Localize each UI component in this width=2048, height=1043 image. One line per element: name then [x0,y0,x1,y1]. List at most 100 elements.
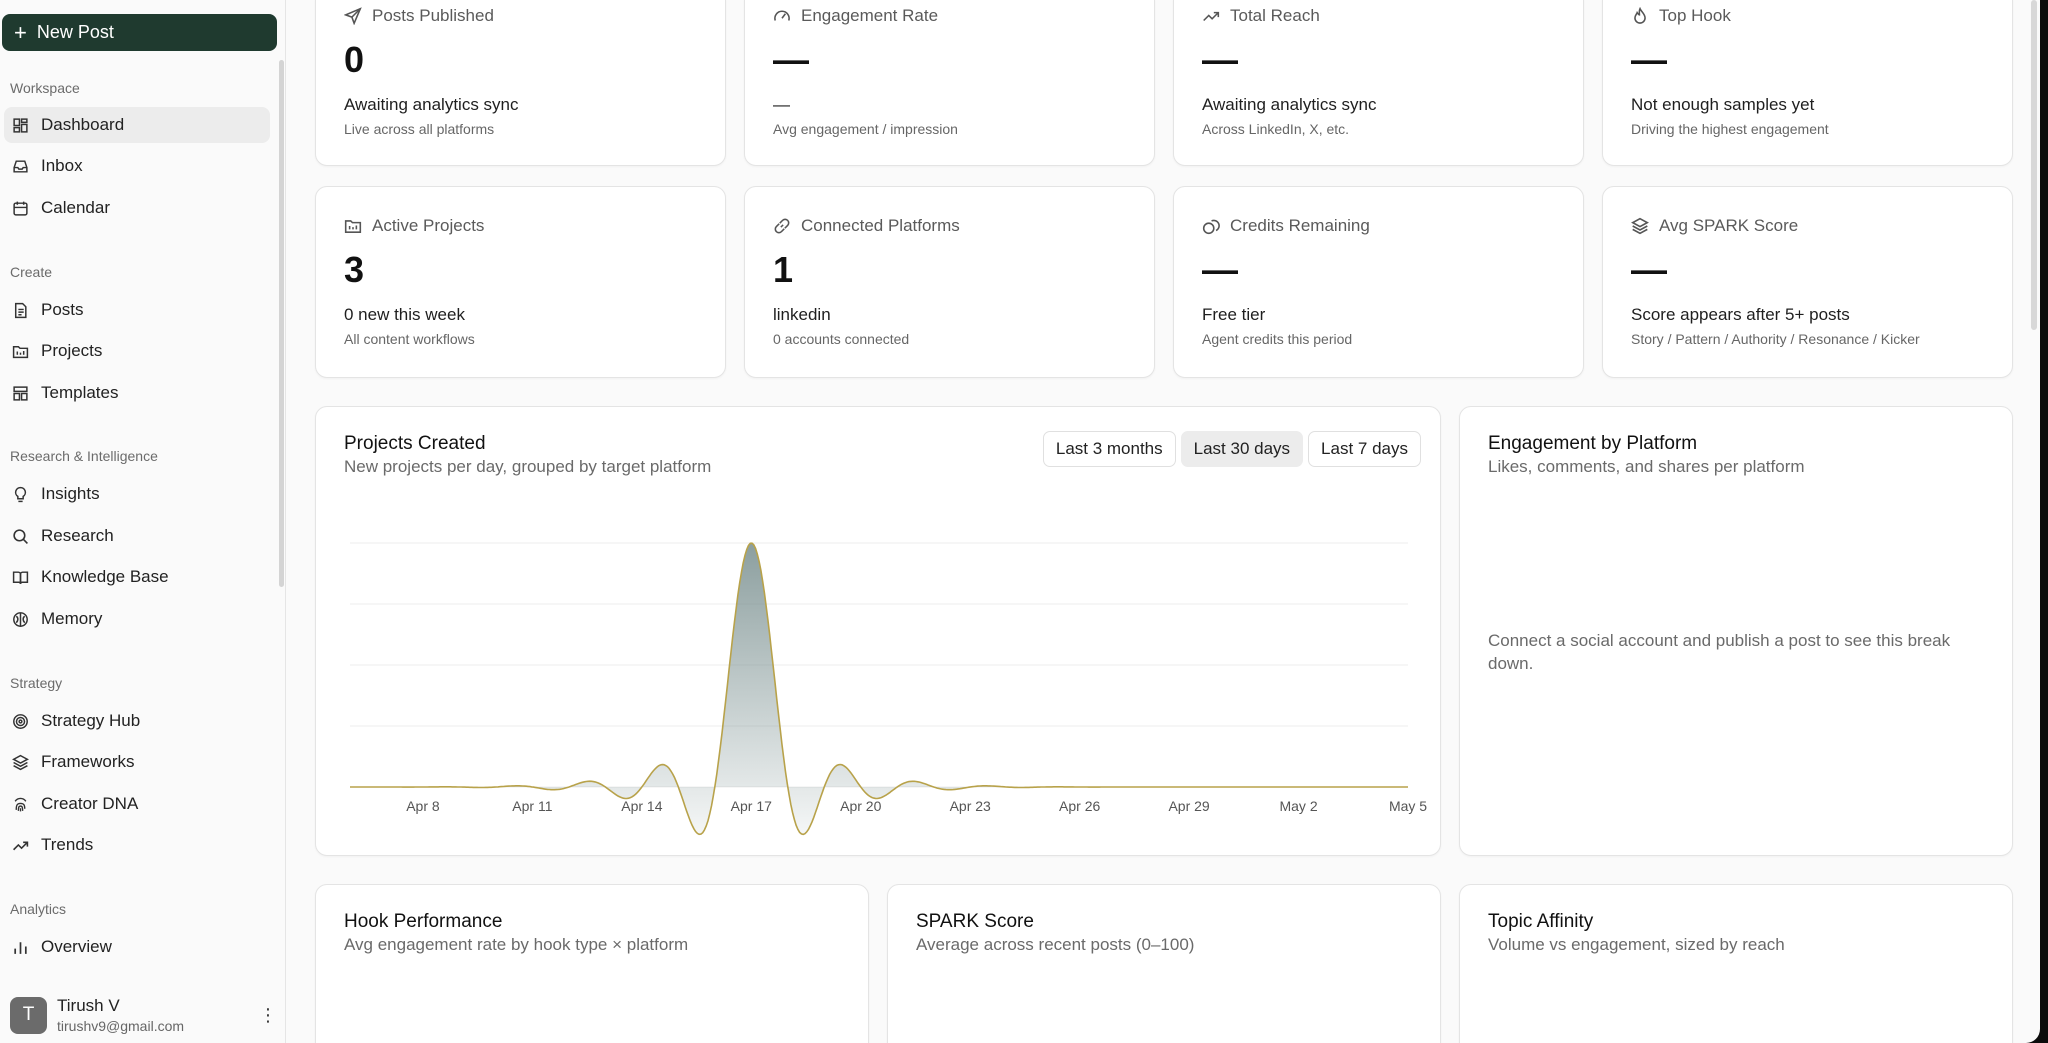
sidebar-item-label: Inbox [41,156,83,175]
card-title: Topic Affinity [1488,911,1594,932]
sidebar-item-projects[interactable]: Projects [4,333,270,369]
sidebar-item-overview[interactable]: Overview [4,929,270,965]
user-profile[interactable]: T Tirush V tirushv9@gmail.com ⋮ [10,995,277,1035]
sidebar-item-label: Dashboard [41,115,125,134]
layers-icon [1631,217,1649,235]
stat-line-1: Free tier [1202,305,1266,324]
sidebar-item-insights[interactable]: Insights [4,476,270,512]
app-window: + New Post Workspace Dashboard Inbox Cal… [0,0,2040,1043]
sidebar-item-creator-dna[interactable]: Creator DNA [4,786,270,822]
sidebar-item-posts[interactable]: Posts [4,292,270,328]
sidebar-item-label: Creator DNA [41,794,139,813]
stat-line-2: Story / Pattern / Authority / Resonance … [1631,331,1920,347]
calendar-icon [13,201,28,216]
stat-value: 0 [344,39,365,80]
stat-value: — [1631,39,1667,80]
book-icon [12,570,29,584]
target-icon [13,713,28,729]
sidebar-item-label: Research [41,526,114,545]
stat-line-1: 0 new this week [344,305,465,324]
x-tick-label: May 5 [1389,798,1427,814]
search-icon [13,528,28,544]
stat-label: Connected Platforms [801,216,960,235]
new-post-label: New Post [36,22,114,42]
plus-icon: + [14,19,27,45]
x-tick-label: Apr 14 [621,798,662,814]
sidebar-item-strategy-hub[interactable]: Strategy Hub [4,703,270,739]
coins-icon [1202,219,1220,235]
sidebar-item-label: Strategy Hub [41,711,141,730]
stat-label: Top Hook [1659,6,1731,25]
stat-header: Active Projects [344,216,484,236]
projects-created-chart: Apr 8 Apr 11 Apr 14 Apr 17 Apr 20 Apr 23 Apr 2… [350,542,1427,836]
new-post-button[interactable]: + New Post [2,14,277,51]
stat-label: Active Projects [372,216,485,235]
stat-card-credits-remaining: Credits Remaining — Free tier Agent cred… [1173,186,1584,378]
sidebar-item-memory[interactable]: Memory [4,601,270,637]
sidebar-item-trends[interactable]: Trends [4,827,270,863]
avatar: T [10,996,47,1034]
card-title: Hook Performance [344,911,503,932]
x-tick-label: Apr 11 [512,798,552,814]
sidebar-item-label: Insights [41,484,100,503]
card-subtitle: Avg engagement rate by hook type × platf… [344,935,689,954]
stat-label: Avg SPARK Score [1659,216,1799,235]
card-title: SPARK Score [916,911,1034,932]
stat-header: Total Reach [1202,6,1320,26]
stat-header: Posts Published [344,6,494,26]
sidebar-item-label: Memory [41,609,103,628]
stat-header: Top Hook [1631,6,1731,26]
stat-value: — [773,39,809,80]
sidebar-item-frameworks[interactable]: Frameworks [4,744,270,780]
stat-line-1: — [773,95,790,114]
card-title: Engagement by Platform [1488,433,1698,454]
section-label-create: Create [10,264,53,280]
sidebar-item-templates[interactable]: Templates [4,375,270,411]
hook-performance-card: Hook Performance Avg engagement rate by … [315,884,869,1043]
stat-header: Connected Platforms [773,216,960,236]
stat-header: Credits Remaining [1202,216,1370,236]
sidebar-item-calendar[interactable]: Calendar [4,190,270,226]
user-email: tirushv9@gmail.com [57,1018,185,1034]
sidebar-item-inbox[interactable]: Inbox [4,148,270,184]
stat-line-2: Agent credits this period [1202,331,1353,347]
section-label-research: Research & Intelligence [10,448,158,464]
stat-card-avg-spark-score: Avg SPARK Score — Score appears after 5+… [1602,186,2013,378]
more-vertical-icon[interactable]: ⋮ [259,1005,277,1026]
sidebar-item-label: Posts [41,300,84,319]
engagement-by-platform-card: Engagement by Platform Likes, comments, … [1459,406,2013,856]
x-tick-label: Apr 26 [1059,798,1100,814]
stat-line-1: linkedin [773,305,831,324]
sidebar-item-label: Calendar [41,198,110,217]
x-tick-label: Apr 23 [950,798,991,814]
stat-header: Engagement Rate [773,6,938,26]
stat-card-connected-platforms: Connected Platforms 1 linkedin 0 account… [744,186,1155,378]
x-tick-label: Apr 29 [1168,798,1209,814]
sidebar-item-label: Templates [41,383,119,402]
stat-line-2: Avg engagement / impression [773,121,958,137]
stat-value: 1 [773,249,794,290]
x-tick-label: May 2 [1279,798,1317,814]
stat-label: Engagement Rate [801,6,939,25]
stat-card-engagement-rate: Engagement Rate — — Avg engagement / imp… [744,0,1155,166]
stat-line-2: Across LinkedIn, X, etc. [1202,121,1350,137]
page-scrollbar[interactable] [2031,0,2037,330]
document-icon [14,302,27,318]
stat-line-1: Awaiting analytics sync [1202,95,1377,114]
stat-value: 3 [344,249,365,290]
x-tick-label: Apr 8 [406,798,440,814]
stat-value: — [1202,249,1238,290]
send-icon [344,7,362,25]
section-label-workspace: Workspace [10,80,80,96]
sidebar-item-knowledge-base[interactable]: Knowledge Base [4,559,270,595]
stat-card-active-projects: Active Projects 3 0 new this week All co… [315,186,726,378]
stat-line-2: Live across all platforms [344,121,495,137]
link-icon [774,218,790,234]
sidebar: + New Post Workspace Dashboard Inbox Cal… [0,0,286,1043]
sidebar-item-research[interactable]: Research [4,518,270,554]
empty-state-message: Connect a social account and publish a p… [1488,631,1951,673]
bar-chart-icon [14,941,27,954]
sidebar-scrollbar[interactable] [279,60,284,587]
stat-header: Avg SPARK Score [1631,216,1798,236]
sidebar-item-dashboard[interactable]: Dashboard [4,107,270,143]
